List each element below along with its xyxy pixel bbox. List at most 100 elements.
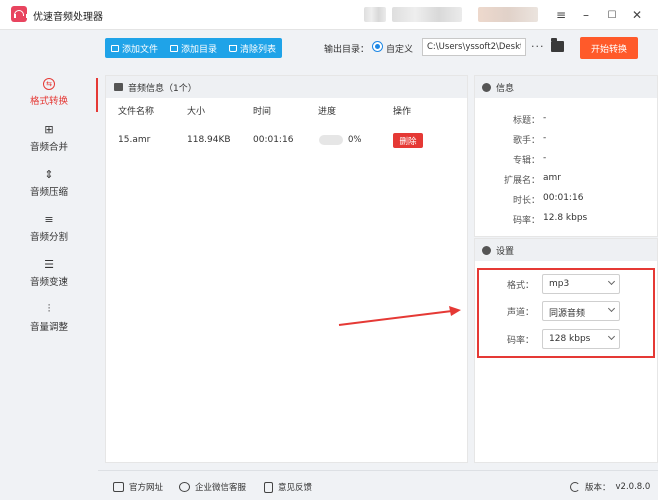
info-value: 00:01:16	[543, 193, 584, 203]
file-name: 15.amr	[118, 135, 151, 145]
add-file-label: 添加文件	[122, 44, 159, 55]
info-label: 标题：	[512, 116, 540, 126]
add-dir-label: 添加目录	[181, 44, 218, 55]
sidebar-item-split[interactable]: ≡ 音频分割	[0, 208, 98, 252]
sidebar: ⇆ 格式转换 ⊞ 音频合并 ⇕ 音频压缩 ≡ 音频分割 ☰ 音频变速 ⫶ 音量调…	[0, 64, 98, 466]
annotation-arrow	[338, 306, 461, 326]
add-file-icon	[111, 44, 119, 52]
trash-icon	[229, 44, 238, 52]
info-row-artist: 歌手： -	[475, 133, 658, 147]
file-size: 118.94KB	[187, 135, 231, 145]
info-label: 扩展名：	[503, 176, 540, 186]
file-list-panel: 音频信息（1个） 文件名称 大小 时间 进度 操作 15.amr 118.94K…	[105, 75, 468, 463]
info-label: 专辑：	[512, 156, 540, 166]
info-value: -	[543, 113, 547, 123]
folder-icon[interactable]	[551, 38, 564, 52]
info-label: 歌手：	[512, 136, 540, 146]
sidebar-item-label: 音频合并	[29, 142, 68, 153]
start-convert-button[interactable]: 开始转换	[580, 37, 638, 59]
compress-icon: ⇕	[44, 167, 54, 181]
version-value: v2.0.8.0	[615, 482, 651, 492]
app-logo-icon	[11, 6, 28, 22]
feedback-link[interactable]: 意见反馈	[264, 481, 312, 493]
info-label: 码率：	[512, 216, 540, 226]
delete-button[interactable]: 删除	[393, 133, 423, 148]
website-link[interactable]: 官方网址	[113, 481, 163, 493]
add-file-button[interactable]: 添加文件	[105, 38, 164, 58]
gear-icon	[482, 82, 491, 92]
file-time: 00:01:16	[253, 135, 294, 145]
website-label: 官方网址	[129, 483, 164, 493]
sidebar-item-volume[interactable]: ⫶ 音量调整	[0, 298, 98, 342]
custom-radio[interactable]	[372, 41, 383, 52]
column-header: 进度	[318, 107, 337, 117]
image-icon	[114, 83, 123, 91]
progress-text: 0%	[348, 135, 362, 145]
info-value: -	[543, 133, 547, 143]
chat-icon	[179, 482, 190, 492]
version-label: 版本：	[585, 483, 611, 493]
settings-panel-header: 设置	[475, 239, 657, 261]
info-value: -	[543, 153, 547, 163]
info-label: 时长：	[512, 196, 540, 206]
column-header: 时间	[253, 107, 272, 117]
monitor-icon	[113, 482, 124, 492]
output-path-input[interactable]	[422, 38, 526, 56]
sidebar-item-format-convert[interactable]: ⇆ 格式转换	[0, 74, 98, 118]
blurred-account-info	[478, 7, 538, 22]
info-value: 12.8 kbps	[543, 213, 588, 223]
volume-icon: ⫶	[47, 302, 51, 315]
convert-icon: ⇆	[43, 78, 55, 90]
progress-bar	[319, 135, 343, 145]
sidebar-item-merge[interactable]: ⊞ 音频合并	[0, 118, 98, 162]
menu-icon[interactable]: ≡	[551, 5, 571, 25]
file-actions-group: 添加文件 添加目录 清除列表	[105, 38, 283, 58]
info-row-album: 专辑： -	[475, 153, 658, 167]
info-value: amr	[543, 173, 561, 183]
merge-icon: ⊞	[44, 122, 54, 136]
sidebar-item-compress[interactable]: ⇕ 音频压缩	[0, 163, 98, 207]
custom-radio-label[interactable]: 自定义	[386, 42, 413, 55]
toolbar: 添加文件 添加目录 清除列表 输出目录： 自定义 ··· 开始转换	[0, 30, 658, 64]
sidebar-item-label: 音量调整	[29, 322, 68, 333]
footer: 官方网址 企业微信客服 意见反馈 版本： v2.0.8.0	[98, 470, 658, 500]
restore-button[interactable]: ☐	[602, 5, 622, 25]
info-panel-title: 信息	[496, 83, 515, 94]
more-button[interactable]: ···	[531, 40, 545, 53]
folder-add-icon	[170, 44, 179, 52]
info-row-duration: 时长： 00:01:16	[475, 193, 658, 207]
title-bar: 优速音频处理器 ≡ – ☐ ✕	[0, 0, 658, 30]
info-panel-header: 信息	[475, 76, 657, 98]
wechat-label: 企业微信客服	[195, 483, 247, 493]
sidebar-item-label: 格式转换	[29, 96, 68, 107]
sidebar-item-label: 音频变速	[29, 277, 68, 288]
info-row-bitrate: 码率： 12.8 kbps	[475, 213, 658, 227]
info-panel: 信息 标题： - 歌手： - 专辑： - 扩展名： amr 时长： 00:01:…	[474, 75, 658, 237]
wechat-support-link[interactable]: 企业微信客服	[179, 481, 246, 493]
version-info[interactable]: 版本： v2.0.8.0	[570, 481, 650, 493]
column-header: 大小	[187, 107, 206, 117]
add-dir-button[interactable]: 添加目录	[164, 38, 223, 58]
speed-icon: ☰	[44, 257, 54, 271]
minimize-button[interactable]: –	[576, 5, 596, 25]
file-panel-header: 音频信息（1个）	[106, 76, 467, 98]
info-row-title: 标题： -	[475, 113, 658, 127]
refresh-icon	[570, 482, 580, 492]
highlight-box	[477, 268, 655, 358]
clear-list-label: 清除列表	[240, 44, 277, 55]
sidebar-item-label: 音频分割	[29, 232, 68, 243]
output-dir-label: 输出目录：	[324, 45, 370, 55]
clear-list-button[interactable]: 清除列表	[223, 38, 282, 58]
close-button[interactable]: ✕	[627, 5, 647, 25]
table-header: 文件名称 大小 时间 进度 操作	[106, 104, 467, 120]
info-row-extension: 扩展名： amr	[475, 173, 658, 187]
feedback-icon	[264, 481, 273, 493]
column-header: 操作	[393, 107, 412, 117]
table-row[interactable]: 15.amr 118.94KB 00:01:16 0% 删除	[106, 132, 467, 150]
blurred-account-info	[364, 7, 386, 22]
column-header: 文件名称	[118, 107, 155, 117]
active-indicator	[96, 78, 98, 112]
sidebar-item-speed[interactable]: ☰ 音频变速	[0, 253, 98, 297]
settings-panel-title: 设置	[496, 246, 515, 257]
split-icon: ≡	[44, 212, 54, 226]
